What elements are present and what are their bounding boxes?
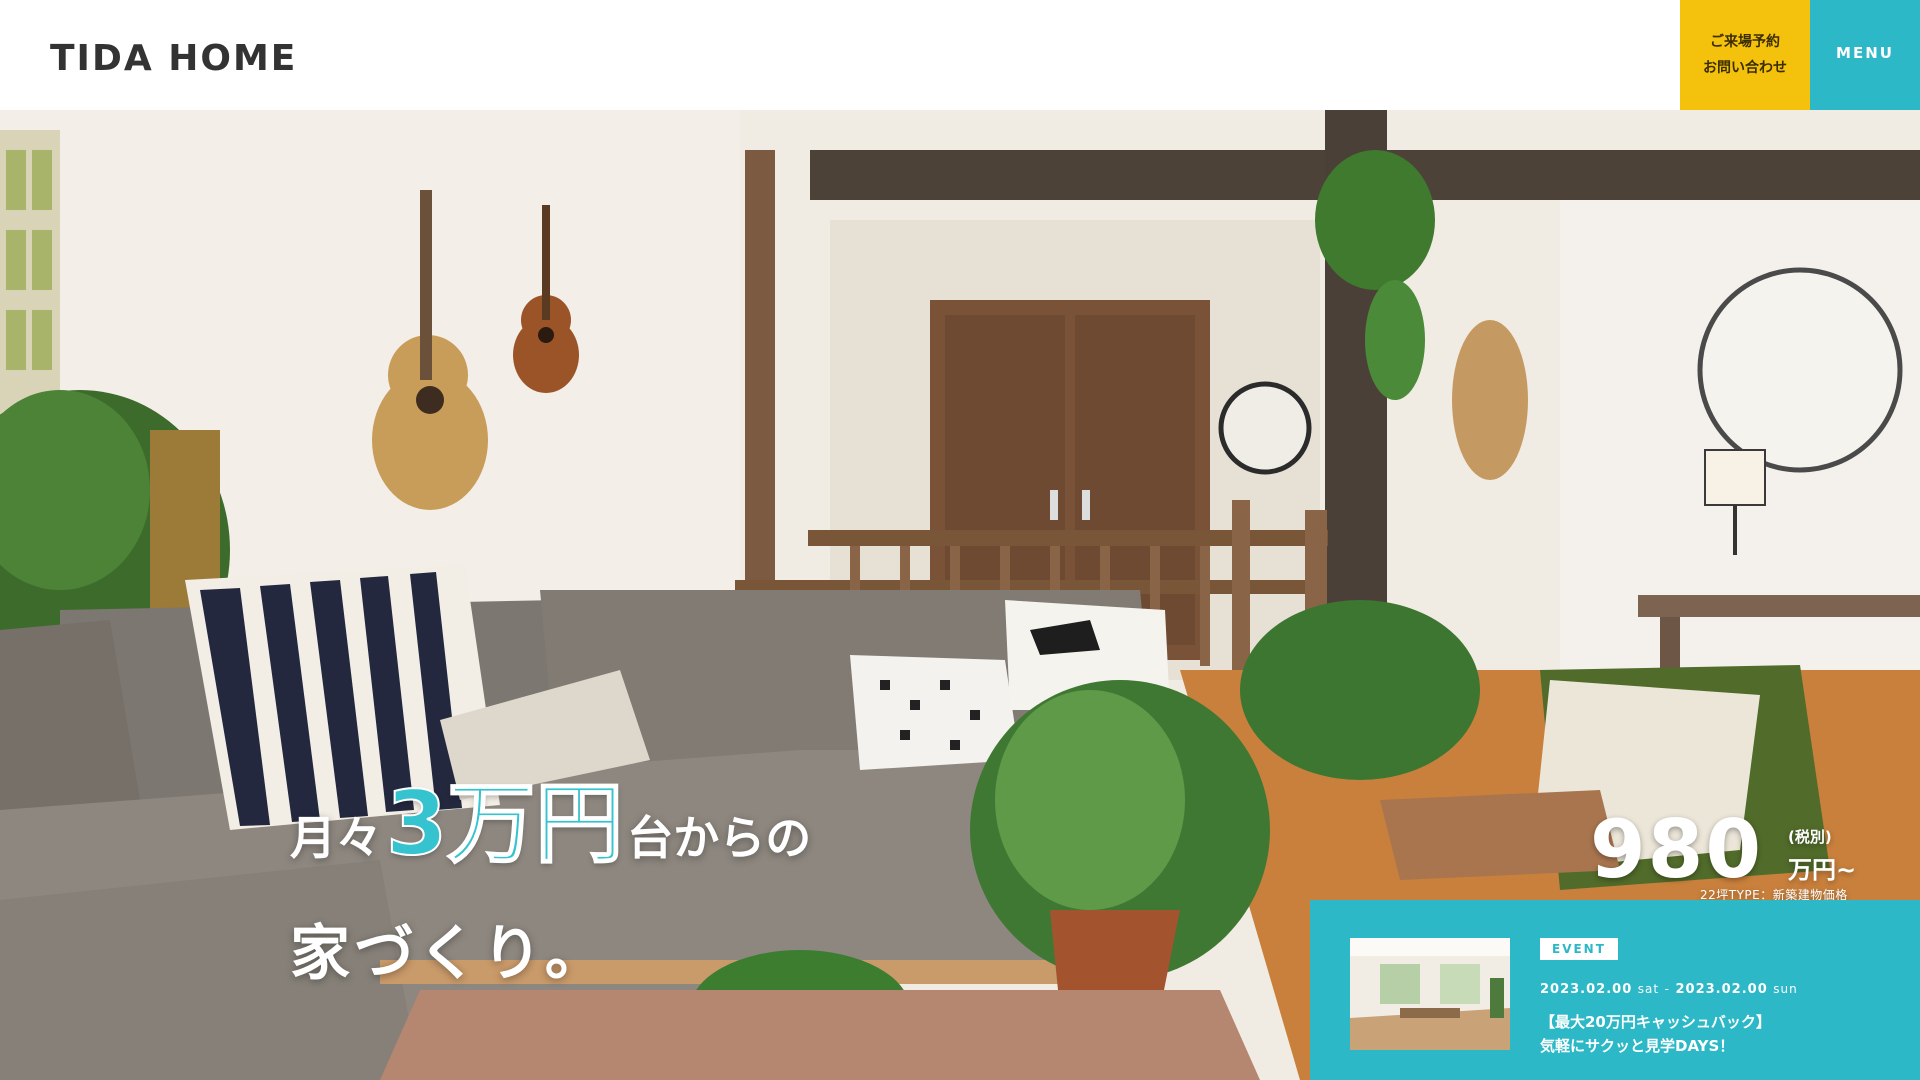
price-amount: 980: [1590, 803, 1763, 896]
event-day-end: sun: [1773, 982, 1798, 996]
event-tag: EVENT: [1540, 938, 1618, 960]
headline-suffix: 台からの: [627, 811, 812, 865]
contact-label: お問い合わせ: [1703, 60, 1787, 76]
event-date-start: 2023.02.00: [1540, 982, 1633, 997]
event-date-end: 2023.02.00: [1675, 982, 1768, 997]
event-day-start: sat: [1637, 982, 1660, 996]
event-title-line2: 気軽にサクッと見学DAYS！: [1540, 1037, 1735, 1055]
price-unit: 万円~: [1788, 856, 1857, 884]
hero-headline-line2: 家づくり。: [290, 919, 609, 989]
event-title: 【最大20万円キャッシュバック】 気軽にサクッと見学DAYS！: [1540, 1010, 1771, 1058]
site-logo[interactable]: TIDA HOME: [50, 38, 297, 79]
event-date-separator: -: [1664, 982, 1670, 996]
price-tax-note: (税別): [1788, 828, 1832, 846]
site-header: TIDA HOME ご来場予約 お問い合わせ MENU: [0, 0, 1920, 110]
event-title-line1: 【最大20万円キャッシュバック】: [1540, 1013, 1771, 1031]
reservation-label: ご来場予約: [1710, 34, 1780, 50]
event-thumbnail: [1350, 938, 1510, 1050]
reservation-contact-button[interactable]: ご来場予約 お問い合わせ: [1680, 0, 1810, 110]
hero-headline-line1: 月々 3万円 台からの: [290, 772, 812, 875]
event-date: 2023.02.00 sat - 2023.02.00 sun: [1540, 982, 1798, 997]
event-card[interactable]: EVENT 2023.02.00 sat - 2023.02.00 sun 【最…: [1310, 900, 1920, 1080]
menu-label: MENU: [1836, 44, 1894, 62]
menu-button[interactable]: MENU: [1810, 0, 1920, 110]
headline-prefix: 月々: [290, 811, 382, 865]
headline-accent-price: 3万円: [385, 772, 624, 875]
